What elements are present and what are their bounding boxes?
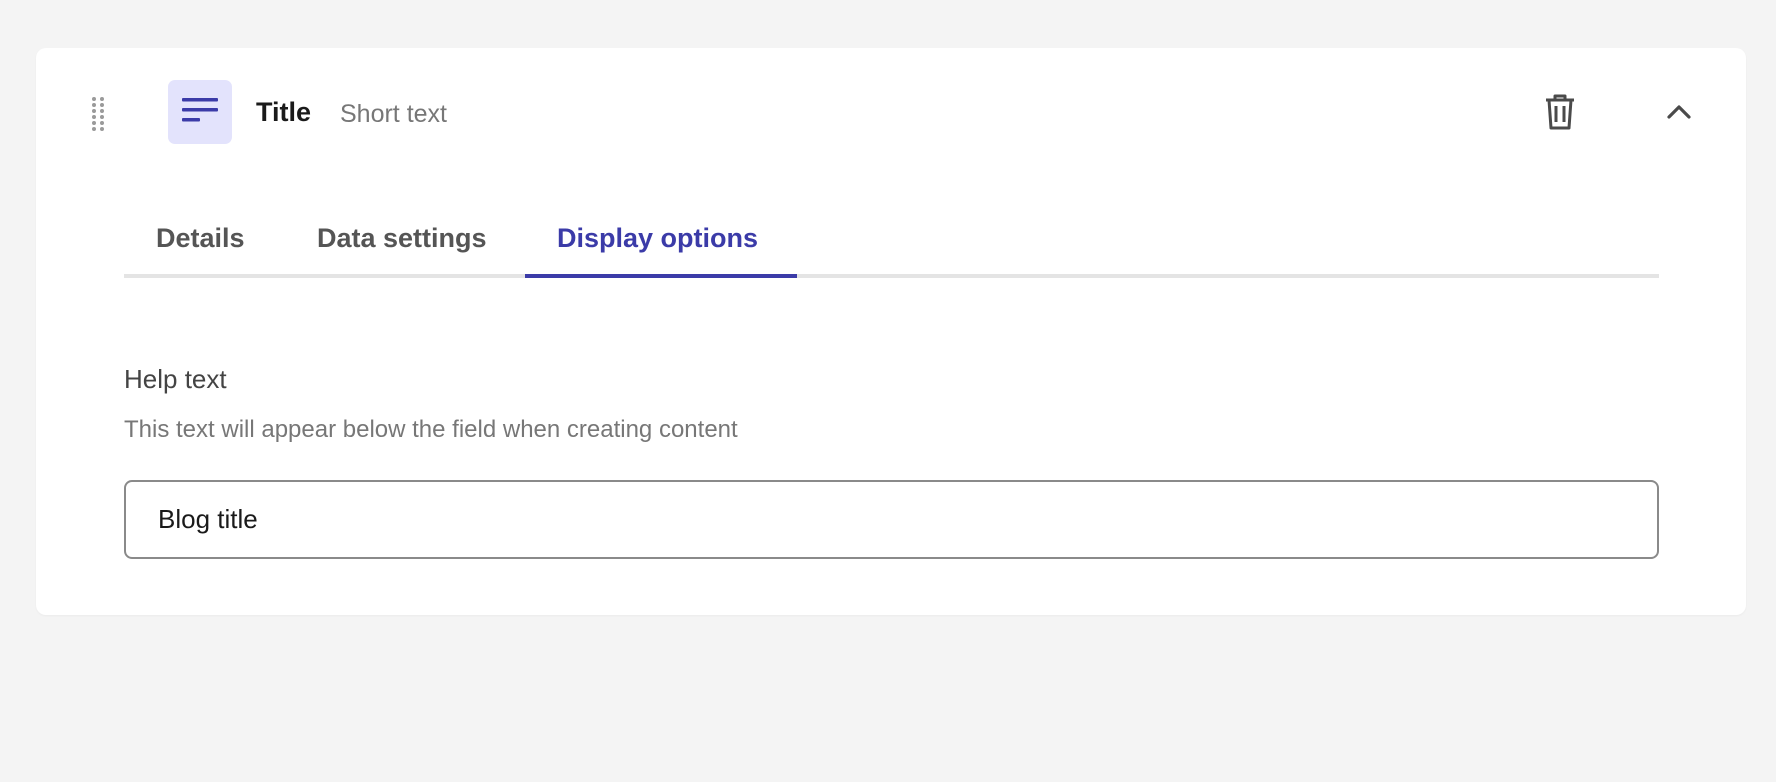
tab-display-options-label: Display options bbox=[557, 223, 759, 253]
field-card: Title Short text Details Data settings D… bbox=[36, 48, 1746, 615]
field-name: Title bbox=[256, 97, 312, 127]
collapse-button[interactable] bbox=[1657, 90, 1701, 134]
tab-details[interactable]: Details bbox=[124, 218, 277, 274]
tab-data-settings[interactable]: Data settings bbox=[285, 218, 519, 274]
tab-details-label: Details bbox=[156, 223, 245, 253]
field-type-label: Short text bbox=[340, 100, 447, 128]
text-lines-icon bbox=[168, 80, 232, 144]
tab-display-options[interactable]: Display options bbox=[525, 218, 797, 278]
delete-field-button[interactable] bbox=[1538, 90, 1582, 134]
chevron-up-icon bbox=[1667, 105, 1691, 119]
trash-icon bbox=[1546, 94, 1574, 130]
active-tab-indicator bbox=[525, 274, 797, 278]
tab-data-settings-label: Data settings bbox=[317, 223, 487, 253]
help-text-label: Help text bbox=[124, 364, 227, 394]
tab-bar-divider bbox=[124, 274, 1659, 278]
tab-bar: Details Data settings Display options bbox=[124, 218, 1659, 278]
help-text-description: This text will appear below the field wh… bbox=[124, 416, 738, 443]
drag-handle-icon[interactable] bbox=[88, 96, 108, 132]
help-text-input[interactable] bbox=[124, 480, 1659, 559]
